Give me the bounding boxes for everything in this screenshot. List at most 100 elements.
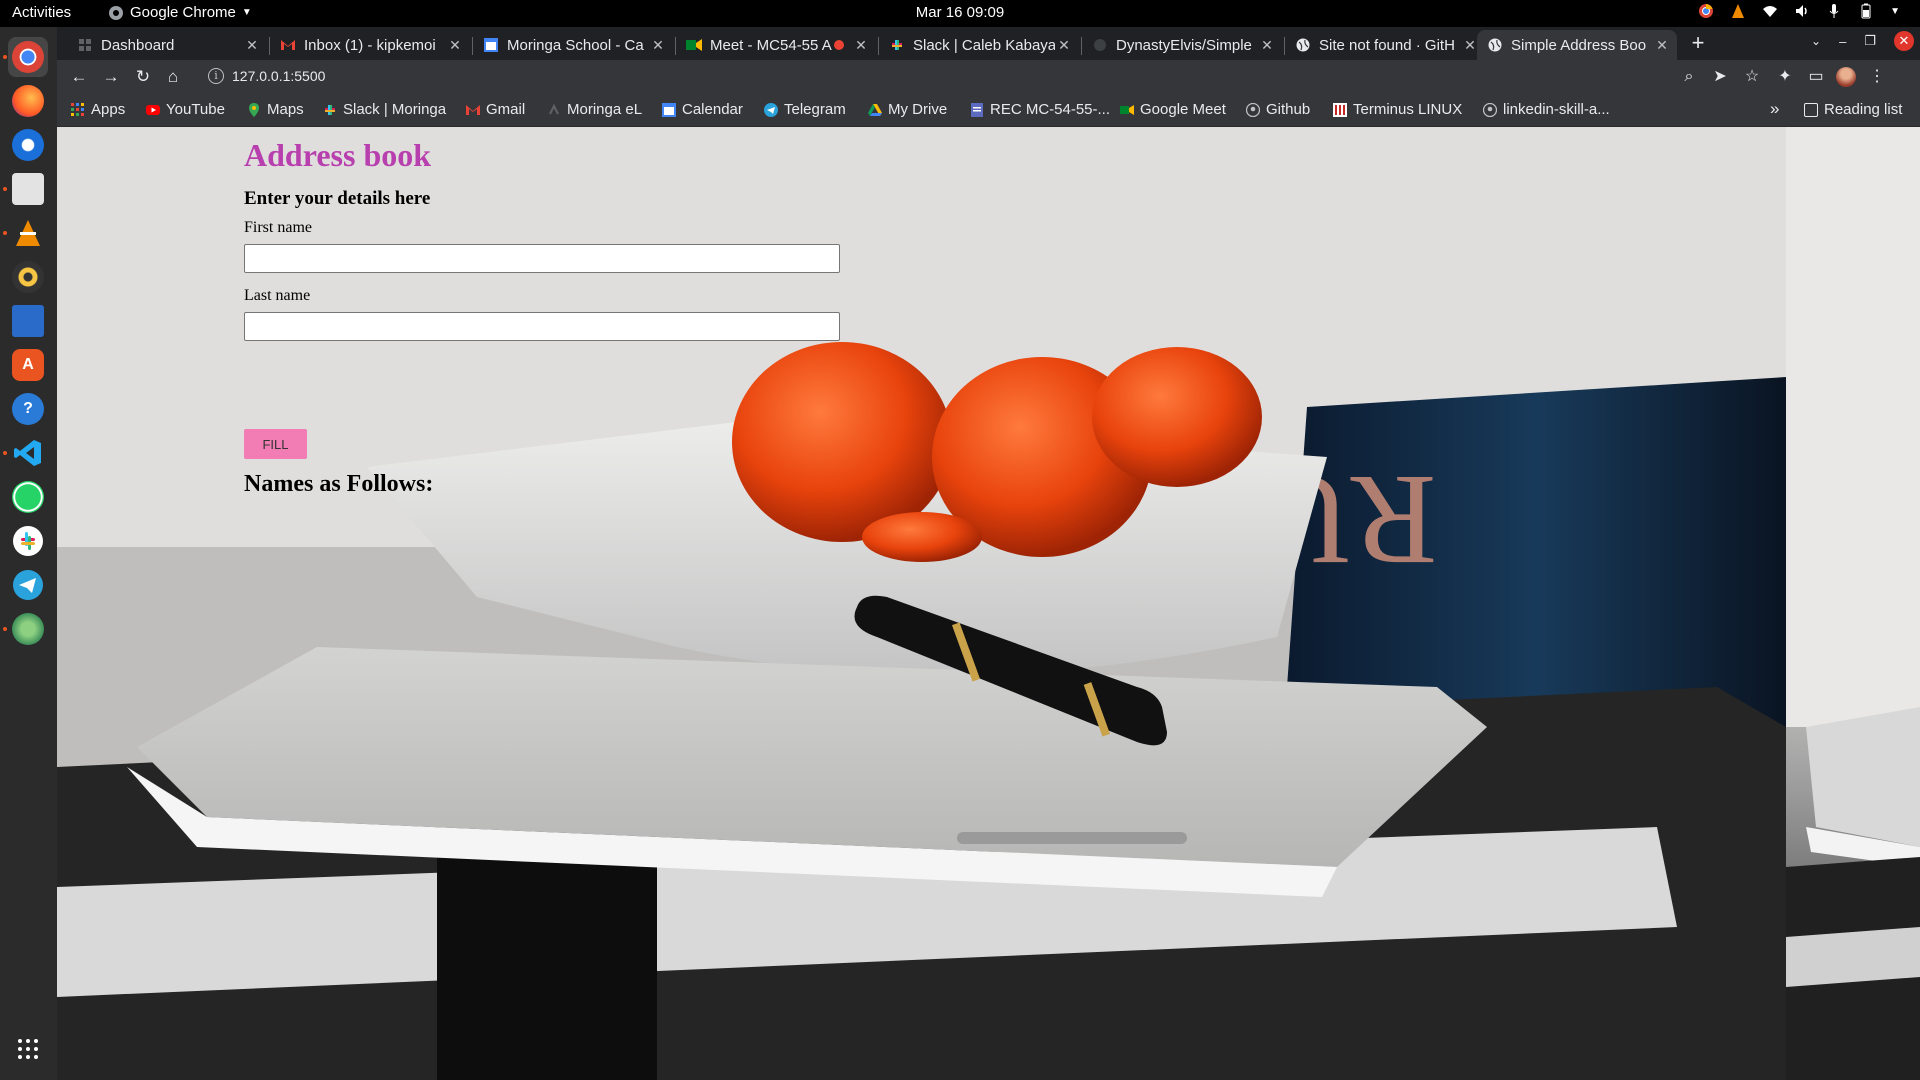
zoom-icon[interactable]: ⌕ — [1677, 65, 1701, 89]
tab-title: Dashboard — [101, 36, 175, 54]
new-tab-button[interactable]: + — [1686, 32, 1710, 56]
bookmark-telegram[interactable]: Telegram — [764, 101, 846, 118]
bookmark-gmail[interactable]: Gmail — [466, 101, 525, 118]
dock-atom-app[interactable] — [8, 609, 48, 649]
bookmark-moringa-el[interactable]: Moringa eL — [547, 101, 642, 118]
dock-firefox[interactable] — [8, 81, 48, 121]
forward-button[interactable]: → — [99, 65, 123, 89]
dock-chrome[interactable] — [8, 37, 48, 77]
page-title: Address book — [244, 137, 432, 173]
last-name-input[interactable] — [244, 312, 840, 341]
send-to-devices-icon[interactable]: ➤ — [1708, 65, 1732, 89]
browser-toolbar: ← → ↻ ⌂ i 127.0.0.1:5500 ⌕ ➤ ☆ ✦ ▭ ⋮ — [57, 60, 1920, 93]
dock-rhythmbox[interactable] — [8, 257, 48, 297]
home-button[interactable]: ⌂ — [161, 65, 185, 89]
show-applications-button[interactable] — [8, 1029, 48, 1069]
dock-software[interactable]: A — [8, 345, 48, 385]
tab-simple-address-book[interactable]: Simple Address Boo ✕ — [1477, 30, 1677, 60]
tab-moringa-calendar[interactable]: Moringa School - Ca ✕ — [473, 30, 673, 60]
tab-site-not-found[interactable]: Site not found · GitH ✕ — [1285, 30, 1485, 60]
dock-telegram[interactable] — [8, 565, 48, 605]
tab-gmail-inbox[interactable]: Inbox (1) - kipkemoi ✕ — [270, 30, 470, 60]
bookmark-calendar[interactable]: Calendar — [662, 101, 743, 118]
rhythmbox-icon — [12, 261, 44, 293]
tab-slack[interactable]: Slack | Caleb Kabaya ✕ — [879, 30, 1079, 60]
tab-github-repo[interactable]: DynastyElvis/Simple ✕ — [1082, 30, 1282, 60]
tab-search-chevron-icon[interactable]: ⌄ — [1811, 34, 1821, 48]
chevron-down-icon: ▼ — [241, 7, 252, 18]
tab-close-icon[interactable]: ✕ — [1055, 37, 1073, 54]
battery-icon[interactable] — [1858, 3, 1874, 19]
calendar-icon — [483, 37, 499, 53]
volume-icon[interactable] — [1794, 3, 1810, 19]
chrome-app-icon — [109, 5, 123, 20]
tab-title: Site not found · GitH — [1319, 36, 1455, 54]
app-menu[interactable]: Google Chrome ▼ — [108, 4, 252, 21]
tab-close-icon[interactable]: ✕ — [243, 37, 261, 54]
system-tray[interactable]: ▼ — [1698, 3, 1900, 19]
vlc-tray-icon[interactable] — [1730, 3, 1746, 19]
extensions-icon[interactable]: ✦ — [1773, 65, 1797, 89]
help-icon: ? — [12, 393, 44, 425]
slack-icon — [13, 526, 43, 556]
bookmark-linkedin-skill[interactable]: linkedin-skill-a... — [1483, 101, 1610, 118]
meet-icon — [686, 37, 702, 53]
tab-title: Meet - MC54-55 A — [710, 36, 832, 54]
system-top-bar: Activities Google Chrome ▼ Mar 16 09:09 … — [0, 0, 1920, 27]
bookmark-my-drive[interactable]: My Drive — [868, 101, 947, 118]
bookmarks-bar: Apps YouTube Maps Slack | Moringa Gmail … — [57, 93, 1920, 127]
address-bar[interactable]: i 127.0.0.1:5500 — [194, 62, 1760, 91]
microphone-icon[interactable] — [1826, 3, 1842, 19]
tab-dashboard[interactable]: Dashboard ✕ — [67, 30, 267, 60]
bookmark-github[interactable]: Github — [1246, 101, 1310, 118]
site-info-icon[interactable]: i — [208, 68, 224, 84]
back-button[interactable]: ← — [67, 65, 91, 89]
first-name-input[interactable] — [244, 244, 840, 273]
minimize-button[interactable]: – — [1839, 34, 1846, 49]
whatsapp-icon — [12, 481, 44, 513]
dock-writer[interactable] — [8, 301, 48, 341]
reload-button[interactable]: ↻ — [131, 65, 155, 89]
bookmark-google-meet[interactable]: Google Meet — [1120, 101, 1226, 118]
bookmark-rec-forms[interactable]: REC MC-54-55-... — [970, 101, 1110, 118]
first-name-label: First name — [244, 219, 312, 236]
chrome-tray-icon[interactable] — [1698, 3, 1714, 19]
bookmark-slack-moringa[interactable]: Slack | Moringa — [323, 101, 446, 118]
bookmarks-overflow-button[interactable]: » — [1770, 99, 1779, 119]
bookmark-youtube[interactable]: YouTube — [146, 101, 225, 118]
tab-close-icon[interactable]: ✕ — [1653, 37, 1671, 54]
dock-help[interactable]: ? — [8, 389, 48, 429]
system-menu-chevron-icon[interactable]: ▼ — [1890, 6, 1900, 17]
clock[interactable]: Mar 16 09:09 — [916, 4, 1004, 21]
names-list-heading: Names as Follows: — [244, 471, 434, 497]
tab-close-icon[interactable]: ✕ — [1258, 37, 1276, 54]
cast-icon[interactable]: ▭ — [1804, 65, 1828, 89]
tab-close-icon[interactable]: ✕ — [649, 37, 667, 54]
profile-avatar[interactable] — [1834, 65, 1858, 89]
tab-close-icon[interactable]: ✕ — [446, 37, 464, 54]
youtube-icon — [146, 104, 160, 115]
reading-list-button[interactable]: Reading list — [1804, 101, 1902, 118]
meet-icon — [1120, 104, 1134, 115]
url-text[interactable]: 127.0.0.1:5500 — [232, 68, 325, 84]
bookmark-apps[interactable]: Apps — [71, 101, 125, 118]
activities-button[interactable]: Activities — [12, 4, 71, 21]
dock-vlc[interactable] — [8, 213, 48, 253]
restore-button[interactable]: ❐ — [1864, 33, 1876, 49]
close-window-button[interactable]: ✕ — [1894, 31, 1914, 51]
dock-files[interactable] — [8, 169, 48, 209]
bookmark-star-icon[interactable]: ☆ — [1740, 65, 1764, 89]
tab-close-icon[interactable]: ✕ — [852, 37, 870, 54]
bookmark-terminus-linux[interactable]: Terminus LINUX — [1333, 101, 1462, 118]
dock-slack[interactable] — [8, 521, 48, 561]
fill-button[interactable]: FILL — [244, 429, 307, 459]
wifi-icon[interactable] — [1762, 3, 1778, 19]
dock-thunderbird[interactable] — [8, 125, 48, 165]
atom-icon — [12, 613, 44, 645]
bookmark-maps[interactable]: Maps — [247, 101, 304, 118]
dock-whatsapp[interactable] — [8, 477, 48, 517]
dock-vscode[interactable] — [8, 433, 48, 473]
tab-google-meet[interactable]: Meet - MC54-55 A ✕ — [676, 30, 876, 60]
chrome-icon — [12, 41, 44, 73]
chrome-menu-icon[interactable]: ⋮ — [1865, 65, 1889, 89]
